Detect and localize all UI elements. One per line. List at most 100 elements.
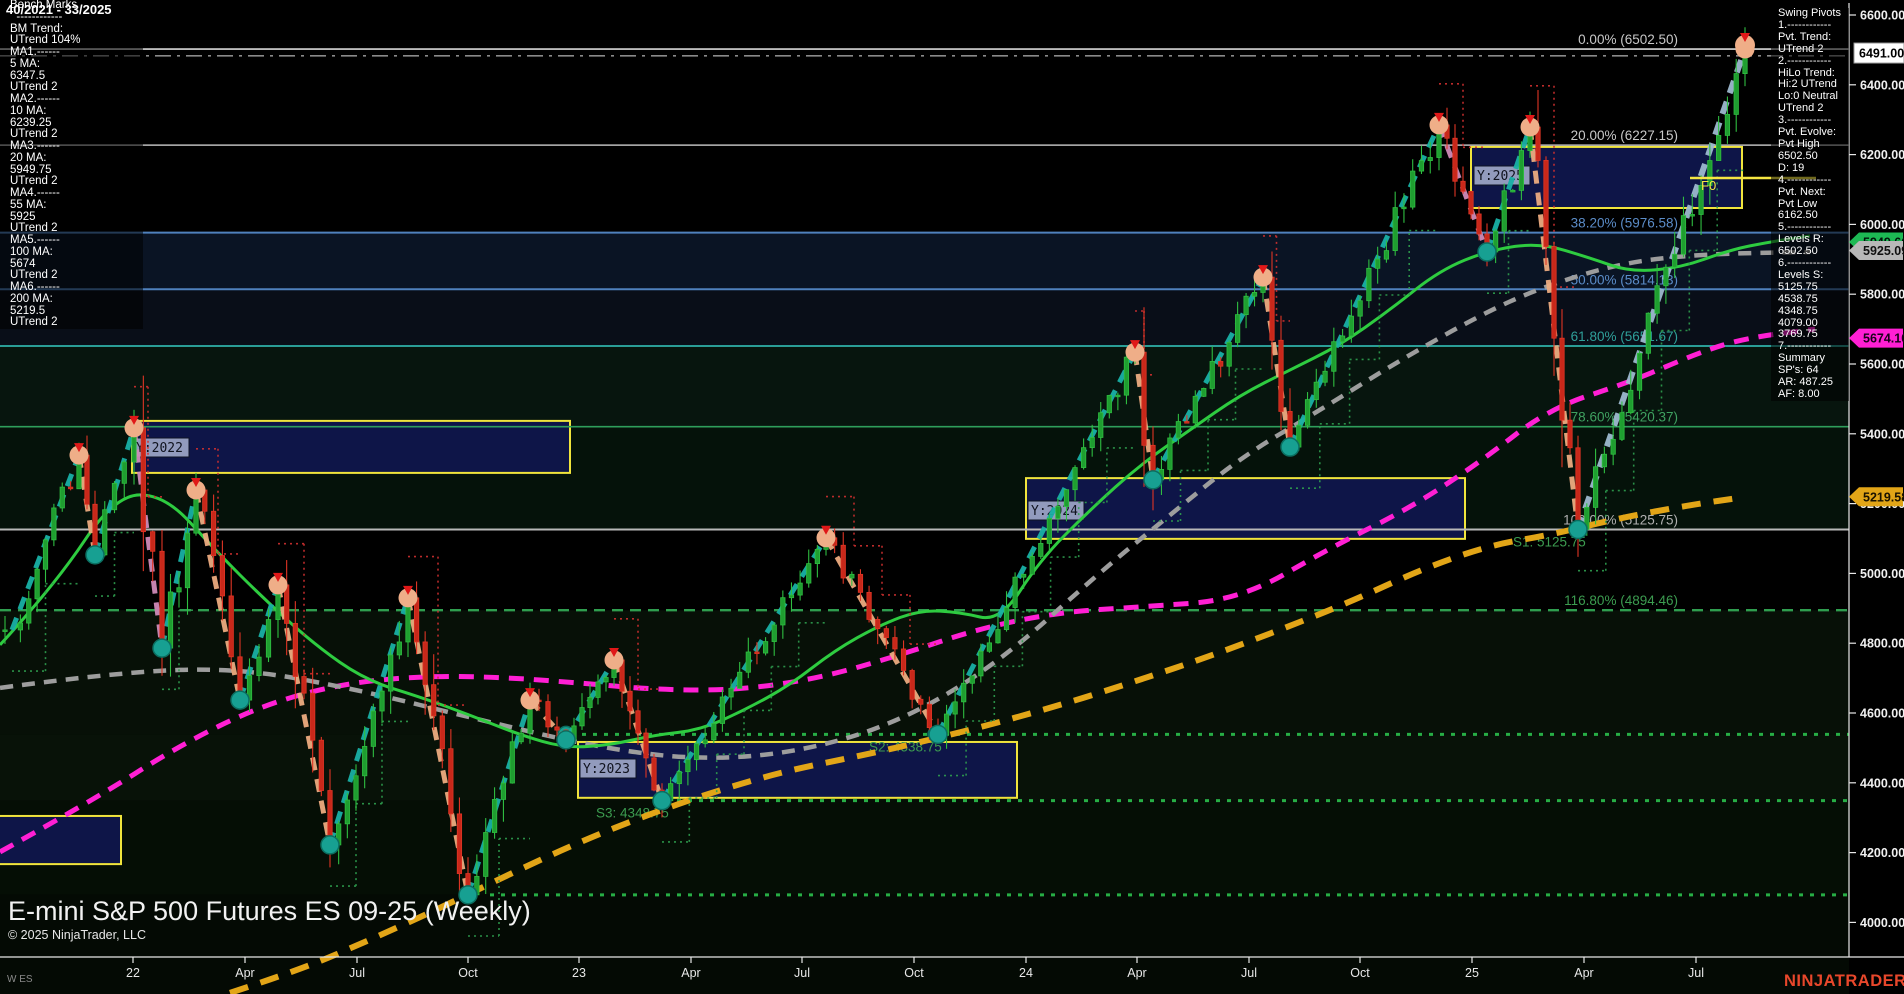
- candle-body[interactable]: [772, 625, 776, 642]
- candle-body[interactable]: [27, 599, 31, 623]
- candle-body[interactable]: [1734, 74, 1738, 115]
- candle-body[interactable]: [1056, 506, 1060, 518]
- candle-body[interactable]: [1021, 574, 1025, 577]
- candle-body[interactable]: [970, 676, 974, 683]
- candle-body[interactable]: [185, 533, 189, 588]
- candle-body[interactable]: [694, 744, 698, 760]
- candle-body[interactable]: [354, 776, 358, 800]
- candle-body[interactable]: [628, 691, 632, 711]
- candle-body[interactable]: [1142, 352, 1146, 445]
- candle-body[interactable]: [1252, 292, 1256, 296]
- candle-body[interactable]: [1185, 422, 1189, 424]
- candle-body[interactable]: [1367, 268, 1371, 300]
- candle-body[interactable]: [310, 693, 314, 740]
- candle-body[interactable]: [961, 683, 965, 702]
- candle-body[interactable]: [1099, 413, 1103, 438]
- candle-body[interactable]: [319, 740, 323, 790]
- candle-body[interactable]: [457, 814, 461, 874]
- candle-body[interactable]: [580, 708, 584, 726]
- candle-body[interactable]: [1004, 607, 1008, 629]
- year-range-box[interactable]: [0, 816, 121, 864]
- candle-body[interactable]: [160, 551, 164, 648]
- candle-body[interactable]: [1428, 157, 1432, 160]
- candle-body[interactable]: [1314, 382, 1318, 399]
- candle-body[interactable]: [901, 649, 905, 671]
- candle-body[interactable]: [1384, 251, 1388, 260]
- candle-body[interactable]: [815, 549, 819, 563]
- candle-body[interactable]: [1081, 448, 1085, 468]
- candle-body[interactable]: [555, 727, 559, 730]
- candle-body[interactable]: [397, 642, 401, 655]
- candle-body[interactable]: [910, 670, 914, 699]
- candle-body[interactable]: [763, 642, 767, 653]
- candle-body[interactable]: [52, 508, 56, 540]
- candle-body[interactable]: [1193, 396, 1197, 423]
- candle-body[interactable]: [266, 620, 270, 658]
- price-chart-canvas[interactable]: Y:2022Y:2023Y:2024Y:20250.00% (6502.50)2…: [0, 0, 1904, 994]
- candle-body[interactable]: [293, 623, 297, 676]
- candle-body[interactable]: [1469, 191, 1473, 214]
- candle-body[interactable]: [1681, 216, 1685, 255]
- pivot-low-marker[interactable]: [1281, 438, 1299, 456]
- pivot-low-marker[interactable]: [86, 546, 104, 564]
- candle-body[interactable]: [1411, 171, 1415, 207]
- pivot-low-marker[interactable]: [653, 792, 671, 810]
- candle-body[interactable]: [1358, 301, 1362, 316]
- candle-body[interactable]: [257, 657, 261, 675]
- candle-body[interactable]: [746, 652, 750, 672]
- candle-body[interactable]: [1602, 454, 1606, 467]
- candle-body[interactable]: [884, 629, 888, 638]
- candle-body[interactable]: [996, 630, 1000, 643]
- candle-body[interactable]: [1168, 438, 1172, 469]
- candle-body[interactable]: [3, 630, 7, 632]
- candle-body[interactable]: [1453, 138, 1457, 181]
- candle-body[interactable]: [229, 596, 233, 657]
- pivot-low-marker[interactable]: [1569, 521, 1587, 539]
- candle-body[interactable]: [1073, 468, 1077, 490]
- candle-body[interactable]: [712, 723, 716, 739]
- candle-body[interactable]: [677, 772, 681, 784]
- pivot-low-marker[interactable]: [321, 836, 339, 854]
- candle-body[interactable]: [1611, 439, 1615, 454]
- pivot-low-marker[interactable]: [929, 725, 947, 743]
- candle-body[interactable]: [1576, 448, 1580, 530]
- candle-body[interactable]: [484, 833, 488, 877]
- candle-body[interactable]: [1030, 556, 1034, 574]
- candle-body[interactable]: [686, 760, 690, 772]
- candle-body[interactable]: [1402, 207, 1406, 209]
- candle-body[interactable]: [850, 574, 854, 578]
- candle-body[interactable]: [1477, 214, 1481, 234]
- candle-body[interactable]: [1116, 395, 1120, 397]
- candle-body[interactable]: [1270, 277, 1274, 340]
- candle-body[interactable]: [449, 749, 453, 814]
- candle-body[interactable]: [380, 691, 384, 711]
- candle-body[interactable]: [1461, 181, 1465, 191]
- candle-body[interactable]: [858, 574, 862, 592]
- candle-body[interactable]: [1039, 543, 1043, 556]
- candle-body[interactable]: [652, 758, 656, 790]
- candle-body[interactable]: [302, 677, 306, 694]
- candle-body[interactable]: [519, 733, 523, 742]
- pivot-low-marker[interactable]: [231, 691, 249, 709]
- candle-body[interactable]: [423, 642, 427, 685]
- candle-body[interactable]: [211, 511, 215, 555]
- candle-body[interactable]: [1725, 114, 1729, 135]
- candle-body[interactable]: [1519, 151, 1523, 191]
- candle-body[interactable]: [1375, 259, 1379, 268]
- candle-body[interactable]: [1323, 371, 1327, 382]
- candle-body[interactable]: [35, 569, 39, 599]
- candle-body[interactable]: [720, 697, 724, 723]
- candle-body[interactable]: [867, 592, 871, 619]
- candle-body[interactable]: [1552, 247, 1556, 339]
- candle-body[interactable]: [388, 655, 392, 691]
- pivot-low-marker[interactable]: [557, 731, 575, 749]
- candle-body[interactable]: [644, 733, 648, 758]
- candle-body[interactable]: [1124, 357, 1128, 395]
- candle-body[interactable]: [440, 716, 444, 749]
- candle-body[interactable]: [501, 783, 505, 799]
- candle-body[interactable]: [112, 483, 116, 509]
- candle-body[interactable]: [1244, 296, 1248, 314]
- candle-body[interactable]: [1064, 490, 1068, 507]
- candle-body[interactable]: [68, 487, 72, 489]
- candle-body[interactable]: [1593, 467, 1597, 508]
